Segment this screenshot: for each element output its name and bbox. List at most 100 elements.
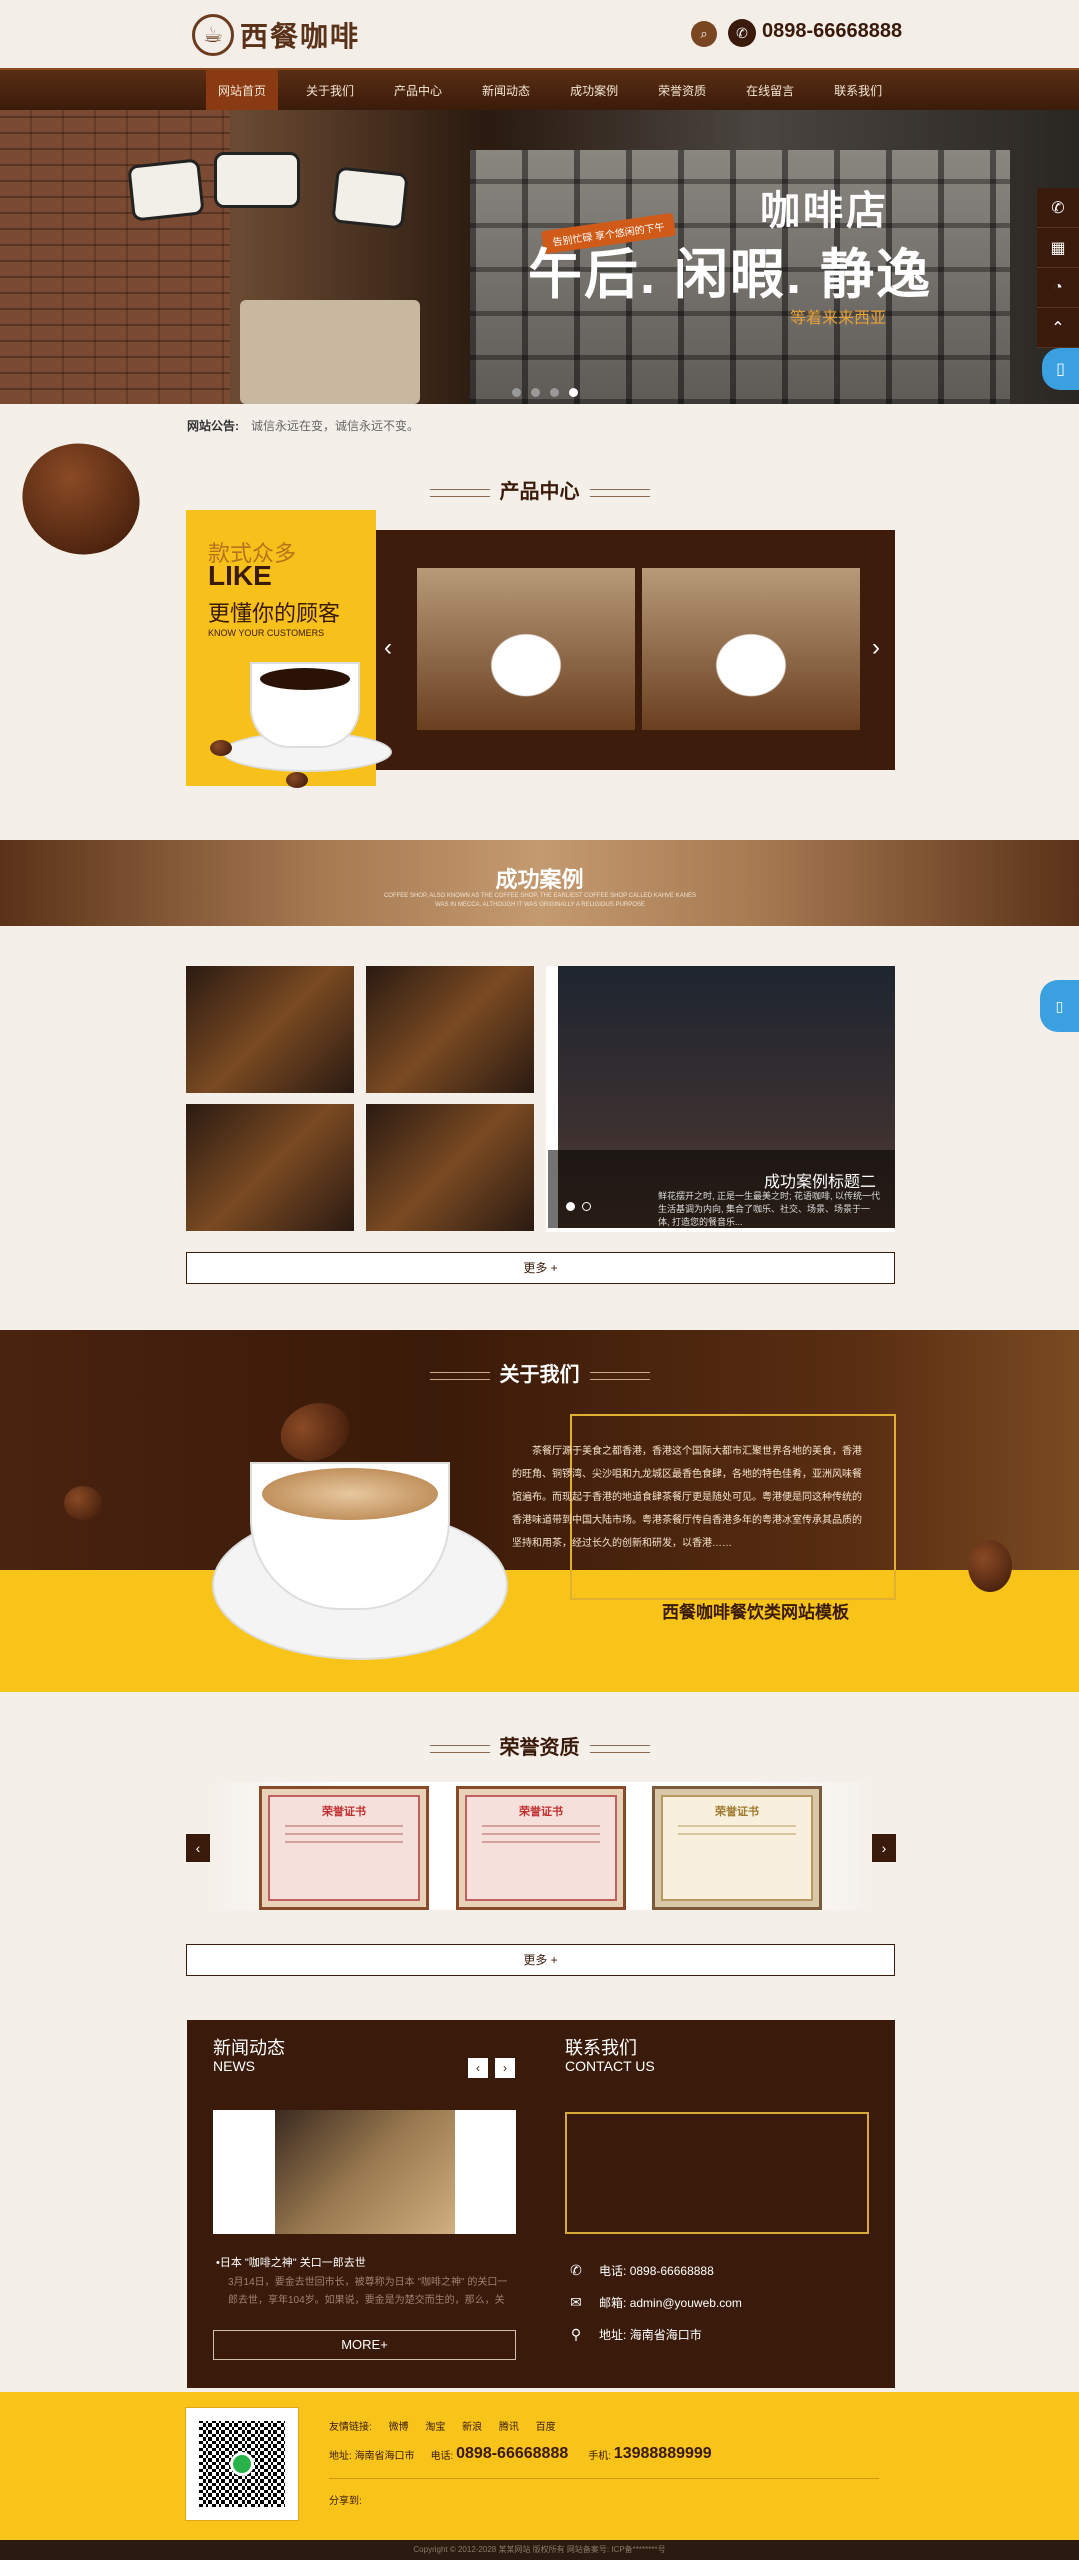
product-image[interactable] <box>417 568 635 730</box>
banner-pagination <box>512 388 578 397</box>
chevron-right-icon[interactable]: › <box>872 634 880 662</box>
contact-email-value[interactable]: admin@youweb.com <box>630 2296 742 2310</box>
banner-dot[interactable] <box>512 388 521 397</box>
coffee-counter <box>240 300 420 404</box>
case-caption-desc: 鲜花摆开之时, 正是一生最美之时; 花语咖啡, 以传统一代生活基调为内向, 集合… <box>658 1191 881 1227</box>
contact-title-en: CONTACT US <box>565 2058 655 2074</box>
contact-email-label: 邮箱: <box>599 2296 627 2310</box>
banner-dot-active[interactable] <box>569 388 578 397</box>
qr-code-icon[interactable]: ▦ <box>1037 228 1079 268</box>
chevron-right-icon[interactable]: › <box>872 1834 896 1862</box>
location-pin-icon: ⚲ <box>570 2326 582 2342</box>
cases-more-button[interactable]: 更多 + <box>186 1252 895 1284</box>
site-footer <box>0 2392 1079 2540</box>
banner-dot[interactable] <box>550 388 559 397</box>
nav-item-honors[interactable]: 荣誉资质 <box>646 70 718 112</box>
promo-line: 更懂你的顾客 <box>208 601 341 626</box>
cert-text-line <box>481 1825 601 1827</box>
chevron-left-icon[interactable]: ‹ <box>186 1834 210 1862</box>
news-description: 3月14日，要金去世回市长，被尊称为日本 "咖啡之神" 的关口一郎去世，享年10… <box>228 2277 508 2306</box>
wechat-icon <box>230 2452 254 2476</box>
coffee-bean-decoration <box>64 1486 102 1520</box>
case-thumbnail[interactable] <box>186 966 354 1093</box>
case-thumbnail[interactable] <box>366 1104 534 1231</box>
qq-icon[interactable]: ◔ <box>1037 268 1079 308</box>
honor-certificate[interactable]: 荣誉证书 <box>456 1786 626 1910</box>
menu-board <box>127 158 205 222</box>
footer-contact: 地址: 海南省海口市 电话: 0898-66668888 手机: 1398888… <box>329 2445 712 2463</box>
cert-title: 荣誉证书 <box>519 1806 563 1818</box>
chevron-left-icon[interactable]: ‹ <box>468 2058 488 2078</box>
friend-links: 友情链接: 微博 淘宝 新浪 腾讯 百度 <box>329 2418 570 2433</box>
phone-icon: ✆ <box>728 19 756 47</box>
honors-more-button[interactable]: 更多 + <box>186 1944 895 1976</box>
case-thumbnail[interactable] <box>366 966 534 1093</box>
friend-link[interactable]: 腾讯 <box>499 2422 519 2433</box>
footer-addr-label: 地址: <box>329 2450 352 2462</box>
nav-item-products[interactable]: 产品中心 <box>382 70 454 112</box>
honor-certificate[interactable]: 荣誉证书 <box>652 1786 822 1910</box>
banner-subtitle: 等着来来西亚 <box>790 310 887 327</box>
contact-addr-label: 地址: <box>599 2328 627 2342</box>
nav-item-news[interactable]: 新闻动态 <box>470 70 542 112</box>
friend-link[interactable]: 百度 <box>536 2422 556 2433</box>
back-to-top-icon[interactable]: ⌃ <box>1037 308 1079 348</box>
footer-addr: 海南省海口市 <box>354 2450 415 2462</box>
footer-divider <box>329 2478 879 2479</box>
hero-banner: 告别忙碌 享个悠闲的下午 咖啡店 午后. 闲暇. 静逸 等着来来西亚 <box>0 110 1079 404</box>
footer-mobile-label: 手机: <box>588 2450 612 2462</box>
nav-item-message[interactable]: 在线留言 <box>734 70 806 112</box>
news-image[interactable] <box>275 2110 455 2234</box>
about-yellow-band <box>0 1570 1079 1692</box>
about-title: 关于我们 <box>0 1358 1079 1387</box>
menu-board <box>331 166 409 230</box>
phone-icon: ✆ <box>570 2262 582 2278</box>
cert-text-line <box>284 1841 404 1843</box>
case-caption-title: 成功案例标题二 <box>763 1174 876 1191</box>
contact-phone: ✆ 电话: 0898-66668888 <box>565 2262 714 2279</box>
coffee-surface <box>262 1468 438 1520</box>
nav-item-home[interactable]: 网站首页 <box>206 70 279 112</box>
coffee-bean-decoration <box>286 772 308 788</box>
honor-certificate[interactable]: 荣誉证书 <box>259 1786 429 1910</box>
contact-address: ⚲ 地址: 海南省海口市 <box>565 2326 702 2343</box>
notice-label: 网站公告: <box>187 419 239 433</box>
product-image[interactable] <box>642 568 860 730</box>
case-dot[interactable] <box>582 1202 591 1211</box>
friend-link[interactable]: 淘宝 <box>425 2422 445 2433</box>
contact-email: ✉ 邮箱: admin@youweb.com <box>565 2294 742 2311</box>
cert-text-line <box>481 1841 601 1843</box>
footer-mobile: 13988889999 <box>613 2445 712 2462</box>
friend-link[interactable]: 微博 <box>389 2422 409 2433</box>
phone-icon[interactable]: ✆ <box>1037 188 1079 228</box>
search-icon[interactable]: ⌕ <box>691 21 717 47</box>
notice-text: 诚信永远在变，诚信永远不变。 <box>251 419 420 433</box>
news-headline[interactable]: •日本 "咖啡之神" 关口一郎去世 <box>216 2254 366 2270</box>
banner-headline: 午后. 闲暇. 静逸 <box>528 245 933 305</box>
logo[interactable]: ☕ 西餐咖啡 <box>192 14 360 56</box>
about-text: 茶餐厅源于美食之都香港，香港这个国际大都市汇聚世界各地的美食，香港的旺角、铜锣湾… <box>512 1446 862 1549</box>
promo-line: KNOW YOUR CUSTOMERS <box>208 628 325 638</box>
case-thumbnail[interactable] <box>186 1104 354 1231</box>
coffee-bean-decoration <box>210 740 232 756</box>
news-more-button[interactable]: MORE+ <box>213 2330 516 2360</box>
site-notice: 网站公告: 诚信永远在变，诚信永远不变。 <box>187 417 419 434</box>
nav-item-about[interactable]: 关于我们 <box>294 70 366 112</box>
chevron-right-icon[interactable]: › <box>495 2058 515 2078</box>
honors-title: 荣誉资质 <box>0 1731 1079 1760</box>
banner-dot[interactable] <box>531 388 540 397</box>
friend-link[interactable]: 新浪 <box>462 2422 482 2433</box>
mobile-icon[interactable]: ▯ <box>1042 348 1079 390</box>
nav-item-contact[interactable]: 联系我们 <box>822 70 894 112</box>
chevron-left-icon[interactable]: ‹ <box>384 634 392 662</box>
mobile-icon[interactable]: ▯ <box>1040 980 1079 1032</box>
promo-line: LIKE <box>208 560 272 591</box>
nav-item-cases[interactable]: 成功案例 <box>558 70 630 112</box>
cert-text-line <box>481 1833 601 1835</box>
contact-addr-value: 海南省海口市 <box>629 2328 702 2342</box>
cases-title: 成功案例 <box>495 867 584 892</box>
footer-tel: 0898-66668888 <box>456 2445 569 2462</box>
case-dot-active[interactable] <box>566 1202 575 1211</box>
map-placeholder[interactable] <box>565 2112 869 2234</box>
coffee-bean-decoration <box>968 1540 1012 1592</box>
